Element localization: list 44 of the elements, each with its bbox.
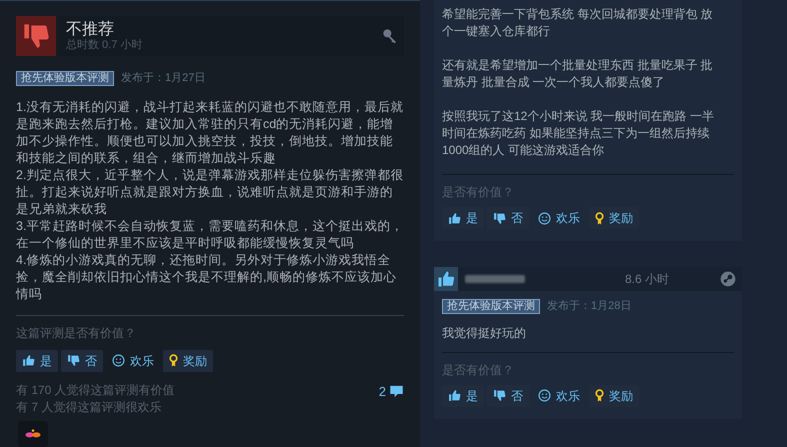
- early-access-tag: 抢先体验版本评测: [16, 70, 114, 86]
- posted-date: 发布于：1月28日: [547, 299, 632, 314]
- thumbs-up-icon: [448, 212, 461, 224]
- thumbs-down-icon: [493, 212, 506, 224]
- thumbs-down-icon: [493, 389, 506, 402]
- steam-logo-icon: [720, 271, 736, 287]
- award-icon: [595, 212, 604, 224]
- early-access-tag: 抢先体验版本评测: [442, 298, 540, 314]
- helpful-prompt: 是否有价值？: [442, 362, 515, 378]
- posted-date: 发布于：1月27日: [121, 71, 206, 86]
- key-icon: [382, 28, 398, 44]
- comments-link[interactable]: 2: [378, 382, 404, 400]
- review-paragraph: 4.修炼的小游戏真的无聊，还拖时间。另外对于修炼小游戏我悟全捡，魔全削却依旧扣心情这个我是不理解的,顺畅的修炼不应该加心情吗: [16, 252, 398, 302]
- game-logo-icon: [23, 428, 43, 439]
- helpful-prompt: 是否有价值？: [442, 184, 515, 201]
- vote-button[interactable]: 欢乐: [532, 384, 586, 406]
- thumbs-down-icon: [67, 354, 80, 367]
- speech-bubble-icon: [389, 384, 404, 398]
- playtime: 8.6 小时: [625, 271, 670, 288]
- smiley-icon: [538, 389, 551, 402]
- thumbs-up-icon: [22, 354, 35, 367]
- helpful-count: 有 170 人觉得这篇评测有价值: [16, 382, 175, 398]
- vote-button[interactable]: 欢乐: [532, 207, 586, 229]
- review-paragraph: 我觉得挺好玩的: [442, 324, 527, 342]
- thumbs-down-icon: [22, 22, 50, 50]
- review-paragraph: 3.平常赶路时候不会自动恢复蓝，需要嗑药和休息，这个挺出戏的，在一个修仙的世界里不应该是平时呼吸都能缓慢恢复灵气吗: [16, 218, 404, 252]
- playtime: 总时数 0.7 小时: [66, 39, 144, 52]
- award-icon: [169, 354, 178, 367]
- helpful-prompt: 这篇评测是否有价值？: [16, 324, 137, 342]
- award-icon: [595, 389, 604, 402]
- verdict-title: 不推荐: [66, 20, 115, 39]
- vote-button[interactable]: 奖励: [163, 350, 213, 372]
- vote-button[interactable]: 否: [61, 350, 103, 372]
- review-paragraph: 2.判定点很大，近乎整个人，说是弹幕游戏那样走位躲伤害擦弹都很扯。打起来说好听点就是跟对方换血，说难听点就是页游和手游的是兄弟就来砍我: [16, 166, 404, 218]
- thumbs-up-icon: [448, 389, 461, 402]
- helpful-count: 有 7 人觉得这篇评测很欢乐: [16, 398, 162, 416]
- review-paragraph: 按照我玩了这12个小时来说 我一般时间在跑路 一半时间在炼药吃药 如果能坚持点三下为一组然后持续1000组的人 可能这游戏适合你: [442, 108, 716, 159]
- smiley-icon: [112, 354, 125, 367]
- vote-button[interactable]: 是: [16, 350, 58, 372]
- review-paragraph: 1.没有无消耗的闪避，战斗打起来耗蓝的闪避也不敢随意用，最后就是跑来跑去然后打枪。建议加入常驻的只有cd的无消耗闪避，能增加不少操作性。顺便也可以加入挑空技，投技，倒地技。增加技能和技能之间的联系，组合，继而增加战斗乐趣: [16, 98, 404, 166]
- review-paragraph: 还有就是希望增加一个批量处理东西 批量吃果子 批量炼丹 批量合成 一次一个我人都要点傻了: [442, 57, 714, 91]
- vote-button[interactable]: 欢乐: [106, 350, 160, 372]
- review-paragraph: 希望能完善一下背包系统 每次回城都要处理背包 放个一键塞入仓库都行: [442, 6, 714, 40]
- smiley-icon: [538, 212, 551, 224]
